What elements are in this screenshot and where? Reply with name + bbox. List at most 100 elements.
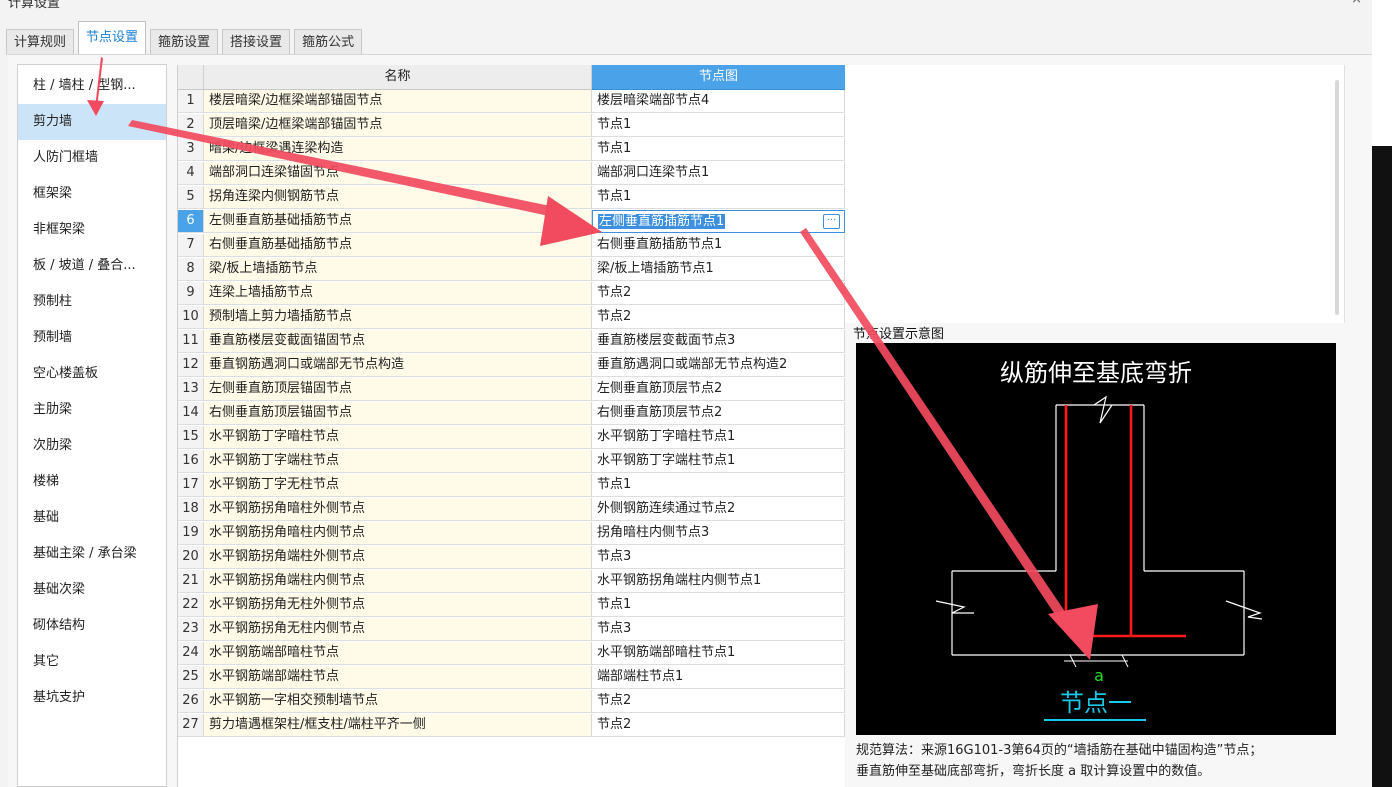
row-name-cell[interactable]: 水平钢筋端部暗柱节点 (204, 642, 592, 665)
table-row[interactable]: 7 右侧垂直筋基础插筋节点 右侧垂直筋插筋节点1 (178, 234, 845, 257)
row-name-cell[interactable]: 水平钢筋拐角暗柱内侧节点 (204, 522, 592, 545)
row-node-cell[interactable]: 右侧垂直筋插筋节点1 (592, 234, 845, 257)
row-name-cell[interactable]: 水平钢筋丁字暗柱节点 (204, 426, 592, 449)
row-name-cell[interactable]: 端部洞口连梁锚固节点 (204, 162, 592, 185)
row-number[interactable]: 16 (178, 450, 204, 473)
header-node-diagram[interactable]: 节点图 (592, 65, 845, 90)
row-node-cell[interactable]: 楼层暗梁端部节点4 (592, 90, 845, 113)
row-number[interactable]: 4 (178, 162, 204, 185)
table-row[interactable]: 22 水平钢筋拐角无柱外侧节点 节点1 (178, 594, 845, 617)
table-row[interactable]: 9 连梁上墙插筋节点 节点2 (178, 282, 845, 305)
row-node-cell[interactable]: 节点2 (592, 714, 845, 737)
table-row[interactable]: 10 预制墙上剪力墙插筋节点 节点2 (178, 306, 845, 329)
category-item[interactable]: 预制柱 (18, 284, 166, 320)
row-name-cell[interactable]: 右侧垂直筋顶层锚固节点 (204, 402, 592, 425)
table-row[interactable]: 6 左侧垂直筋基础插筋节点 左侧垂直筋插筋节点1 ··· (178, 210, 845, 233)
row-node-cell[interactable]: 节点3 (592, 546, 845, 569)
row-node-cell[interactable]: 外侧钢筋连续通过节点2 (592, 498, 845, 521)
row-number[interactable]: 7 (178, 234, 204, 257)
category-item[interactable]: 板 / 坡道 / 叠合... (18, 248, 166, 284)
row-number[interactable]: 3 (178, 138, 204, 161)
table-row[interactable]: 2 顶层暗梁/边框梁端部锚固节点 节点1 (178, 114, 845, 137)
table-row[interactable]: 13 左侧垂直筋顶层锚固节点 左侧垂直筋顶层节点2 (178, 378, 845, 401)
table-row[interactable]: 5 拐角连梁内侧钢筋节点 节点1 (178, 186, 845, 209)
row-number[interactable]: 21 (178, 570, 204, 593)
row-number[interactable]: 13 (178, 378, 204, 401)
row-node-cell[interactable]: 节点1 (592, 138, 845, 161)
row-number[interactable]: 14 (178, 402, 204, 425)
row-node-cell[interactable]: 水平钢筋拐角端柱内侧节点1 (592, 570, 845, 593)
category-item[interactable]: 基坑支护 (18, 680, 166, 716)
row-node-cell[interactable]: 节点2 (592, 282, 845, 305)
table-row[interactable]: 16 水平钢筋丁字端柱节点 水平钢筋丁字端柱节点1 (178, 450, 845, 473)
table-row[interactable]: 8 梁/板上墙插筋节点 梁/板上墙插筋节点1 (178, 258, 845, 281)
row-name-cell[interactable]: 右侧垂直筋基础插筋节点 (204, 234, 592, 257)
row-number[interactable]: 15 (178, 426, 204, 449)
category-item[interactable]: 基础主梁 / 承台梁 (18, 536, 166, 572)
window-controls[interactable]: — × (1334, 0, 1362, 7)
tab-1[interactable]: 节点设置 (78, 21, 147, 55)
row-number[interactable]: 27 (178, 714, 204, 737)
row-node-cell[interactable]: 节点1 (592, 186, 845, 209)
row-name-cell[interactable]: 左侧垂直筋基础插筋节点 (204, 210, 592, 233)
row-node-cell[interactable]: 水平钢筋丁字暗柱节点1 (592, 426, 845, 449)
row-name-cell[interactable]: 左侧垂直筋顶层锚固节点 (204, 378, 592, 401)
row-node-cell[interactable]: 拐角暗柱内侧节点3 (592, 522, 845, 545)
row-number[interactable]: 26 (178, 690, 204, 713)
category-item[interactable]: 主肋梁 (18, 392, 166, 428)
row-number[interactable]: 5 (178, 186, 204, 209)
row-node-cell[interactable]: 节点2 (592, 306, 845, 329)
row-name-cell[interactable]: 垂直筋楼层变截面锚固节点 (204, 330, 592, 353)
category-item[interactable]: 剪力墙 (18, 104, 166, 140)
table-row[interactable]: 3 暗梁/边框梁遇连梁构造 节点1 (178, 138, 845, 161)
row-node-cell[interactable]: 梁/板上墙插筋节点1 (592, 258, 845, 281)
header-name[interactable]: 名称 (204, 65, 592, 90)
row-node-cell[interactable]: 端部洞口连梁节点1 (592, 162, 845, 185)
table-row[interactable]: 21 水平钢筋拐角端柱内侧节点 水平钢筋拐角端柱内侧节点1 (178, 570, 845, 593)
row-number[interactable]: 23 (178, 618, 204, 641)
row-node-cell[interactable]: 节点1 (592, 594, 845, 617)
category-item[interactable]: 基础次梁 (18, 572, 166, 608)
row-name-cell[interactable]: 水平钢筋拐角端柱内侧节点 (204, 570, 592, 593)
row-name-cell[interactable]: 连梁上墙插筋节点 (204, 282, 592, 305)
table-row[interactable]: 14 右侧垂直筋顶层锚固节点 右侧垂直筋顶层节点2 (178, 402, 845, 425)
row-name-cell[interactable]: 水平钢筋拐角暗柱外侧节点 (204, 498, 592, 521)
row-name-cell[interactable]: 水平钢筋端部端柱节点 (204, 666, 592, 689)
table-row[interactable]: 11 垂直筋楼层变截面锚固节点 垂直筋楼层变截面节点3 (178, 330, 845, 353)
row-name-cell[interactable]: 垂直钢筋遇洞口或端部无节点构造 (204, 354, 592, 377)
table-row[interactable]: 12 垂直钢筋遇洞口或端部无节点构造 垂直筋遇洞口或端部无节点构造2 (178, 354, 845, 377)
selected-node-value[interactable]: 左侧垂直筋插筋节点1 (598, 214, 726, 229)
category-item[interactable]: 基础 (18, 500, 166, 536)
row-number[interactable]: 1 (178, 90, 204, 113)
row-node-cell[interactable]: 端部端柱节点1 (592, 666, 845, 689)
table-row[interactable]: 23 水平钢筋拐角无柱内侧节点 节点3 (178, 618, 845, 641)
row-number[interactable]: 18 (178, 498, 204, 521)
row-name-cell[interactable]: 水平钢筋丁字无柱节点 (204, 474, 592, 497)
row-name-cell[interactable]: 水平钢筋拐角无柱外侧节点 (204, 594, 592, 617)
table-row[interactable]: 4 端部洞口连梁锚固节点 端部洞口连梁节点1 (178, 162, 845, 185)
row-node-cell[interactable]: 左侧垂直筋顶层节点2 (592, 378, 845, 401)
row-number[interactable]: 24 (178, 642, 204, 665)
category-item[interactable]: 其它 (18, 644, 166, 680)
row-number[interactable]: 6 (178, 210, 204, 233)
category-item[interactable]: 砌体结构 (18, 608, 166, 644)
row-name-cell[interactable]: 水平钢筋拐角端柱外侧节点 (204, 546, 592, 569)
category-item[interactable]: 非框架梁 (18, 212, 166, 248)
row-node-cell[interactable]: 节点2 (592, 690, 845, 713)
category-item[interactable]: 空心楼盖板 (18, 356, 166, 392)
row-name-cell[interactable]: 楼层暗梁/边框梁端部锚固节点 (204, 90, 592, 113)
row-name-cell[interactable]: 拐角连梁内侧钢筋节点 (204, 186, 592, 209)
row-number[interactable]: 8 (178, 258, 204, 281)
row-number[interactable]: 2 (178, 114, 204, 137)
tab-2[interactable]: 箍筋设置 (150, 29, 219, 55)
table-row[interactable]: 20 水平钢筋拐角端柱外侧节点 节点3 (178, 546, 845, 569)
row-node-cell[interactable]: 垂直筋楼层变截面节点3 (592, 330, 845, 353)
row-name-cell[interactable]: 剪力墙遇框架柱/框支柱/端柱平齐一侧 (204, 714, 592, 737)
ellipsis-button[interactable]: ··· (823, 214, 840, 229)
table-row[interactable]: 1 楼层暗梁/边框梁端部锚固节点 楼层暗梁端部节点4 (178, 90, 845, 113)
row-name-cell[interactable]: 水平钢筋丁字端柱节点 (204, 450, 592, 473)
category-item[interactable]: 楼梯 (18, 464, 166, 500)
category-item[interactable]: 次肋梁 (18, 428, 166, 464)
table-row[interactable]: 19 水平钢筋拐角暗柱内侧节点 拐角暗柱内侧节点3 (178, 522, 845, 545)
row-number[interactable]: 12 (178, 354, 204, 377)
